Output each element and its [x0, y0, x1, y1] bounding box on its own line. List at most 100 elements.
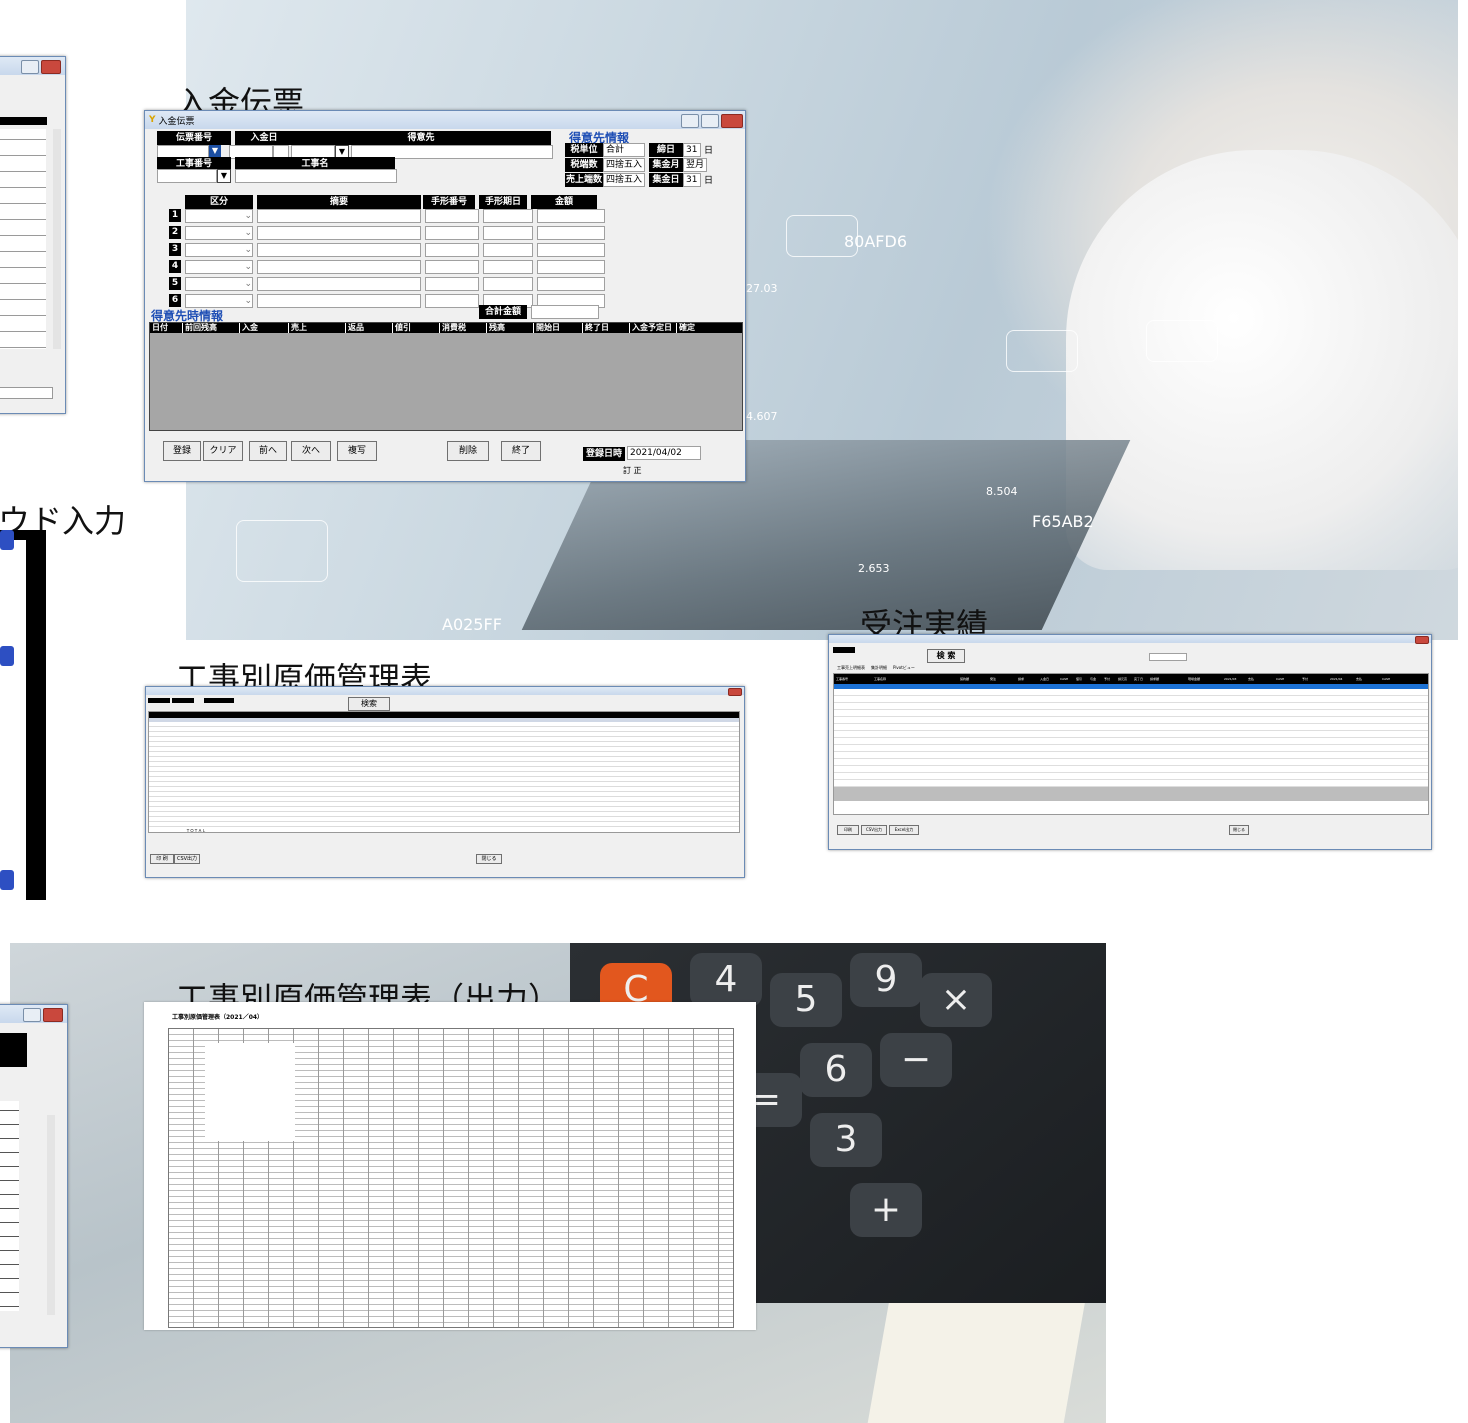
maximize-button[interactable] [21, 60, 39, 74]
tegata-no-input[interactable] [425, 209, 479, 223]
close-button[interactable] [43, 1008, 63, 1022]
close-window-button[interactable]: 閉じる [476, 854, 502, 864]
grid-col: 予付 [1104, 677, 1111, 681]
dropdown-button[interactable]: ▼ [217, 169, 231, 183]
grid-col: 入金日 [1040, 677, 1050, 681]
tegata-kijitsu-input[interactable] [483, 243, 533, 257]
tegata-kijitsu-input[interactable] [483, 277, 533, 291]
blue-button[interactable] [0, 870, 14, 890]
close-button[interactable] [728, 688, 742, 696]
csv-button[interactable]: CSV出力 [174, 854, 200, 864]
grid-col: 工事名称 [874, 677, 887, 681]
text-field[interactable] [0, 387, 53, 399]
excel-button[interactable]: Excel出力 [889, 825, 919, 835]
tekiyo-input[interactable] [257, 260, 421, 274]
tegata-no-input[interactable] [425, 260, 479, 274]
blue-button[interactable] [0, 646, 14, 666]
hud-text: 80AFD6 [844, 232, 908, 251]
search-button[interactable]: 検 索 [927, 649, 965, 663]
kingaku-input[interactable] [537, 260, 605, 274]
info-value: 31 [683, 143, 701, 157]
csv-button[interactable]: CSV出力 [861, 825, 887, 835]
juchu-grid[interactable]: 工事番号 工事名称 契約額 発注 請求 入金日 CASH 値引 与金 予付 請元… [833, 673, 1429, 815]
tab-pivot[interactable]: Pivotビュー [893, 665, 915, 671]
maximize-button[interactable] [701, 114, 719, 128]
tekiyo-input[interactable] [257, 277, 421, 291]
history-col: 値引 [393, 323, 440, 333]
window-titlebar [829, 635, 1431, 643]
close-window-button[interactable]: 閉じる [1229, 825, 1249, 835]
tekiyo-input[interactable] [257, 209, 421, 223]
close-button[interactable] [41, 60, 61, 74]
grid-summary [834, 787, 1428, 801]
genka-grid[interactable] [148, 711, 740, 833]
blue-button[interactable] [0, 530, 14, 550]
kingaku-input[interactable] [537, 226, 605, 240]
kingaku-input[interactable] [537, 277, 605, 291]
calc-key: 3 [810, 1113, 882, 1167]
grid-col: 値引 [1076, 677, 1083, 681]
hud-text: 27.03 [746, 282, 778, 295]
total-row-label: ＴＯＴＡＬ [186, 828, 206, 833]
grid-header: 工事番号 工事名称 契約額 発注 請求 入金日 CASH 値引 与金 予付 請元… [834, 674, 1428, 684]
register-button[interactable]: 登録 [163, 441, 201, 461]
tekiyo-input[interactable] [257, 243, 421, 257]
tegata-no-input[interactable] [425, 226, 479, 240]
info-value: 四捨五入 [603, 158, 645, 172]
scrollbar[interactable] [47, 1115, 55, 1315]
scrollbar[interactable] [53, 129, 61, 349]
tekiyo-input[interactable] [257, 294, 421, 308]
maximize-button[interactable] [23, 1008, 41, 1022]
close-button[interactable] [721, 114, 743, 128]
tab-shukei[interactable]: 集計明細 [871, 665, 887, 671]
clear-button[interactable]: クリア [203, 441, 243, 461]
kubun-select[interactable]: ⌄ [185, 277, 253, 291]
grid-col: CASH [1382, 677, 1391, 681]
calc-key: + [850, 1183, 922, 1237]
tegata-kijitsu-input[interactable] [483, 226, 533, 240]
kubun-select[interactable]: ⌄ [185, 209, 253, 223]
delete-button[interactable]: 削除 [447, 441, 489, 461]
calc-key: 4 [690, 953, 762, 1007]
koji-no-input[interactable] [157, 169, 217, 183]
tab-koji[interactable]: 工事売上明細表 [837, 665, 865, 671]
history-col: 入金予定日 [630, 323, 677, 333]
dropdown-button[interactable]: ▼ [209, 145, 221, 157]
tegata-no-input[interactable] [425, 243, 479, 257]
kubun-select[interactable]: ⌄ [185, 294, 253, 308]
tegata-no-input[interactable] [425, 277, 479, 291]
close-button[interactable] [1415, 636, 1429, 644]
tekiyo-input[interactable] [257, 226, 421, 240]
tegata-kijitsu-input[interactable] [483, 260, 533, 274]
minimize-button[interactable] [681, 114, 699, 128]
print-button[interactable]: 印刷 [837, 825, 859, 835]
history-grid[interactable]: 日付 前回残高 入金 売上 返品 値引 消費税 残高 開始日 終了日 入金予定日… [149, 322, 743, 431]
tegata-kijitsu-input[interactable] [483, 209, 533, 223]
history-col: 入金 [240, 323, 289, 333]
period-input[interactable] [1149, 653, 1187, 661]
input-list[interactable] [0, 1101, 19, 1311]
calc-key: × [920, 973, 992, 1027]
row-number: 6 [169, 294, 181, 307]
input-list[interactable] [0, 129, 46, 349]
next-button[interactable]: 次へ [291, 441, 331, 461]
kubun-select[interactable]: ⌄ [185, 260, 253, 274]
kingaku-input[interactable] [537, 209, 605, 223]
tegata-no-input[interactable] [425, 294, 479, 308]
grid-col: 契約額 [960, 677, 970, 681]
grid-col: 請求額 [1150, 677, 1160, 681]
prev-button[interactable]: 前へ [249, 441, 287, 461]
info-label: 集金月 [649, 158, 683, 172]
koji-name-input[interactable] [235, 169, 397, 183]
copy-button[interactable]: 複写 [337, 441, 377, 461]
kubun-select[interactable]: ⌄ [185, 243, 253, 257]
hud-text: F65AB2 [1032, 512, 1094, 531]
print-button[interactable]: 印 刷 [150, 854, 174, 864]
search-button[interactable]: 検索 [348, 697, 390, 711]
info-unit: 日 [704, 146, 714, 156]
kingaku-input[interactable] [537, 243, 605, 257]
column-header [0, 117, 47, 125]
close-app-button[interactable]: 終了 [501, 441, 541, 461]
kubun-select[interactable]: ⌄ [185, 226, 253, 240]
reg-date-value: 2021/04/02 [627, 446, 701, 460]
